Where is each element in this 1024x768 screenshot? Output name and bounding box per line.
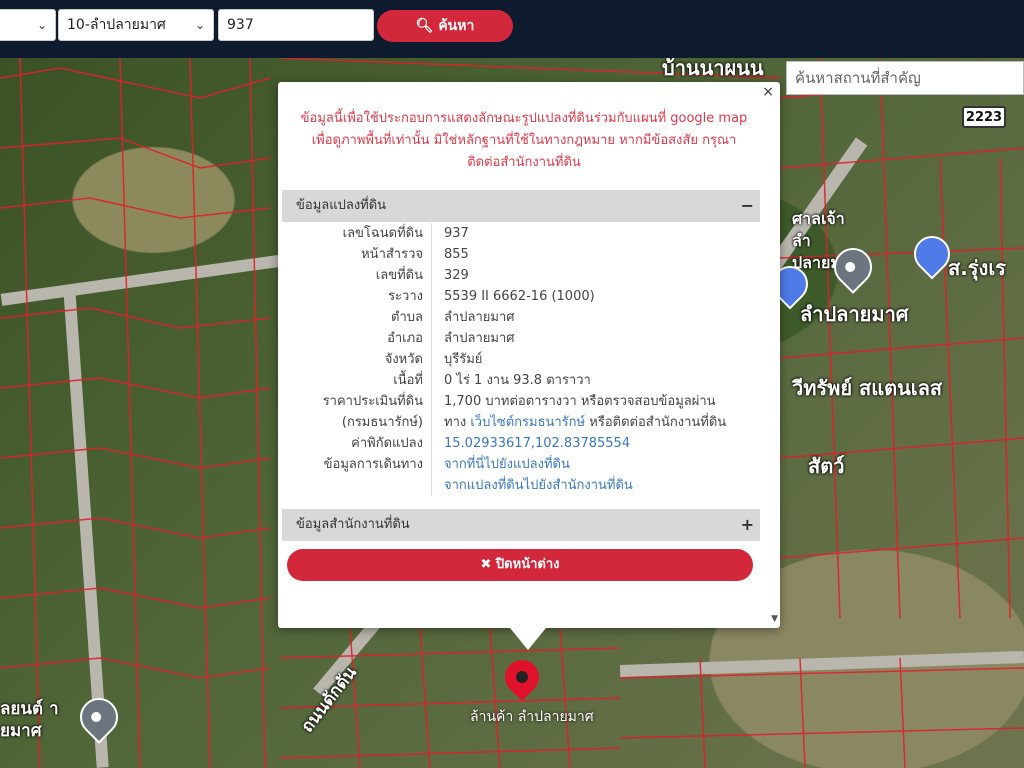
info-label: ข้อมูลการเดินทาง [282, 454, 432, 475]
map-label: สัตว์ [808, 454, 845, 478]
notice-line: เพื่อดูภาพพื้นที่เท่านั้น มิใช่หลักฐานที… [311, 133, 737, 148]
section-header-parcel-info[interactable]: ข้อมูลแปลงที่ดิน − [282, 190, 760, 222]
search-button-label: ค้นหา [438, 18, 475, 34]
top-search-bar: ⌄ 10-ลำปลายมาศ ⌄ 937 🔍︎ ค้นหา [0, 0, 1024, 58]
collapse-icon[interactable]: − [741, 190, 754, 222]
district-select[interactable]: 10-ลำปลายมาศ ⌄ [58, 9, 214, 41]
map-label: วีทรัพย์ สแตนเลส [792, 376, 943, 400]
expand-icon[interactable]: + [741, 509, 754, 541]
notice-line: ข้อมูลนี้เพื่อใช้ประกอบการแสดงลักษณะรูปแ… [300, 111, 748, 126]
info-label: จังหวัด [282, 349, 432, 370]
info-label [282, 475, 432, 496]
info-label: เนื้อที่ [282, 370, 432, 391]
info-row: (กรมธนารักษ์) ทาง เว็บไซต์กรมธนารักษ์ หร… [282, 412, 760, 433]
directions-to-office-link[interactable]: จากแปลงที่ดินไปยังสำนักงานที่ดิน [432, 475, 633, 496]
map-label: ลยนต์ ายมาศ [0, 699, 59, 741]
directions-to-parcel-link[interactable]: จากที่นี่ไปยังแปลงที่ดิน [432, 454, 570, 475]
info-label: ระวาง [282, 286, 432, 307]
parcel-info-popup: × ข้อมูลนี้เพื่อใช้ประกอบการแสดงลักษณะรู… [278, 82, 780, 650]
search-icon: 🔍︎ [415, 18, 434, 34]
info-label: ราคาประเมินที่ดิน [282, 391, 432, 412]
info-label: อำเภอ [282, 328, 432, 349]
info-row: จังหวัด บุรีรัมย์ [282, 349, 760, 370]
place-search-input[interactable]: ค้นหาสถานที่สำคัญ [786, 61, 1024, 95]
info-row: จากแปลงที่ดินไปยังสำนักงานที่ดิน [282, 475, 760, 496]
info-value: ลำปลายมาศ [444, 310, 515, 325]
info-label: หน้าสำรวจ [282, 244, 432, 265]
scroll-down-icon[interactable]: ▼ [771, 614, 778, 624]
info-value: ลำปลายมาศ [444, 331, 515, 346]
info-value: 855 [444, 247, 469, 262]
info-value: บุรีรัมย์ [444, 352, 483, 367]
info-row: ค่าพิกัดแปลง 15.02933617,102.83785554 [282, 433, 760, 454]
coordinate-link[interactable]: 15.02933617,102.83785554 [432, 433, 630, 454]
section-title: ข้อมูลแปลงที่ดิน [296, 198, 387, 213]
district-select-value: 10-ลำปลายมาศ [67, 17, 166, 33]
info-row: ระวาง 5539 II 6662-16 (1000) [282, 286, 760, 307]
deed-number-input[interactable]: 937 [218, 9, 374, 41]
search-button[interactable]: 🔍︎ ค้นหา [377, 10, 513, 42]
chevron-down-icon: ⌄ [194, 18, 205, 32]
price-suffix: หรือติดต่อสำนักงานที่ดิน [589, 415, 727, 430]
info-label: เลขโฉนดที่ดิน [282, 223, 432, 244]
parcel-info-table: เลขโฉนดที่ดิน 937 หน้าสำรวจ 855 เลขที่ดิน 3… [282, 223, 760, 496]
map-label: ลำปลายมาศ [800, 302, 909, 326]
place-search-placeholder: ค้นหาสถานที่สำคัญ [795, 69, 921, 87]
info-row: หน้าสำรวจ 855 [282, 244, 760, 265]
info-value: 329 [444, 268, 469, 283]
info-value: 1,700 บาทต่อตารางวา หรือตรวจสอบข้อมูลผ่า… [444, 394, 716, 409]
info-row: ข้อมูลการเดินทาง จากที่นี่ไปยังแปลงที่ดิน [282, 454, 760, 475]
info-label: (กรมธนารักษ์) [282, 412, 432, 433]
info-row: อำเภอ ลำปลายมาศ [282, 328, 760, 349]
info-label: ค่าพิกัดแปลง [282, 433, 432, 454]
info-row: เลขโฉนดที่ดิน 937 [282, 223, 760, 244]
treasury-website-link[interactable]: เว็บไซต์กรมธนารักษ์ [470, 415, 585, 430]
route-shield: 2223 [962, 106, 1006, 128]
info-row: ตำบล ลำปลายมาศ [282, 307, 760, 328]
info-row: ราคาประเมินที่ดิน 1,700 บาทต่อตารางวา หรื… [282, 391, 760, 412]
notice-line: ติดต่อสำนักงานที่ดิน [467, 155, 581, 170]
deed-number-value: 937 [227, 17, 254, 33]
info-row: เลขที่ดิน 329 [282, 265, 760, 286]
chevron-down-icon: ⌄ [36, 18, 47, 32]
close-window-button[interactable]: ✖ ปิดหน้าต่าง [287, 549, 753, 581]
info-row: เนื้อที่ 0 ไร่ 1 งาน 93.8 ตาราวา [282, 370, 760, 391]
price-prefix: ทาง [444, 415, 467, 430]
disclaimer-notice: ข้อมูลนี้เพื่อใช้ประกอบการแสดงลักษณะรูปแ… [284, 108, 764, 174]
info-value: 937 [444, 226, 469, 241]
info-value: 0 ไร่ 1 งาน 93.8 ตาราวา [444, 373, 591, 388]
map-label: บ้านนาผนน [662, 58, 764, 80]
map-label: ส.รุ่งเร [948, 256, 1006, 280]
info-label: ตำบล [282, 307, 432, 328]
map-label: ล้านค้า ลำปลายมาศ [470, 709, 594, 725]
section-header-land-office[interactable]: ข้อมูลสำนักงานที่ดิน + [282, 509, 760, 541]
info-label: เลขที่ดิน [282, 265, 432, 286]
info-value: 5539 II 6662-16 (1000) [444, 289, 595, 304]
close-icon[interactable]: × [762, 84, 774, 100]
section-title: ข้อมูลสำนักงานที่ดิน [296, 517, 410, 532]
info-value: ทาง เว็บไซต์กรมธนารักษ์ หรือติดต่อสำนักง… [432, 412, 726, 433]
province-select[interactable]: ⌄ [0, 9, 56, 41]
